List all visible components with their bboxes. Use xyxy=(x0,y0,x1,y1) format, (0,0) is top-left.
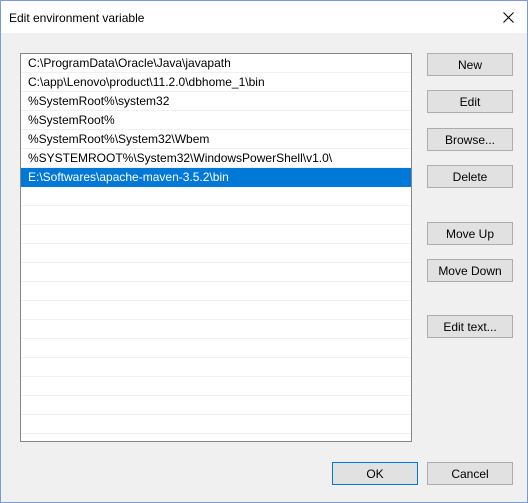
empty-list-row[interactable] xyxy=(21,396,411,415)
list-item[interactable]: %SystemRoot% xyxy=(21,111,411,130)
empty-list-row[interactable] xyxy=(21,320,411,339)
empty-list-row[interactable] xyxy=(21,339,411,358)
list-item[interactable]: %SYSTEMROOT%\System32\WindowsPowerShell\… xyxy=(21,149,411,168)
list-item[interactable]: C:\ProgramData\Oracle\Java\javapath xyxy=(21,54,411,73)
empty-list-row[interactable] xyxy=(21,263,411,282)
edit-button[interactable]: Edit xyxy=(427,90,513,113)
list-item[interactable]: C:\app\Lenovo\product\11.2.0\dbhome_1\bi… xyxy=(21,73,411,92)
edit-text-button[interactable]: Edit text... xyxy=(427,315,513,338)
empty-list-row[interactable] xyxy=(21,358,411,377)
new-button[interactable]: New xyxy=(427,53,513,76)
empty-list-row[interactable] xyxy=(21,225,411,244)
path-entries-list[interactable]: C:\ProgramData\Oracle\Java\javapath C:\ap… xyxy=(20,53,412,442)
close-icon xyxy=(502,11,514,23)
cancel-button[interactable]: Cancel xyxy=(427,462,513,485)
close-button[interactable] xyxy=(489,1,527,33)
window-title: Edit environment variable xyxy=(9,11,145,25)
edit-environment-variable-dialog: Edit environment variable C:\ProgramData… xyxy=(0,0,528,503)
empty-list-row[interactable] xyxy=(21,415,411,434)
move-down-button[interactable]: Move Down xyxy=(427,259,513,282)
list-item[interactable]: %SystemRoot%\System32\Wbem xyxy=(21,130,411,149)
title-bar: Edit environment variable xyxy=(1,1,527,33)
empty-list-row[interactable] xyxy=(21,187,411,206)
delete-button[interactable]: Delete xyxy=(427,165,513,188)
list-item[interactable]: E:\Softwares\apache-maven-3.5.2\bin xyxy=(21,168,411,187)
empty-list-row[interactable] xyxy=(21,301,411,320)
empty-list-row[interactable] xyxy=(21,282,411,301)
browse-button[interactable]: Browse... xyxy=(427,128,513,151)
empty-list-row[interactable] xyxy=(21,206,411,225)
ok-button[interactable]: OK xyxy=(332,462,418,485)
empty-list-row[interactable] xyxy=(21,244,411,263)
list-item[interactable]: %SystemRoot%\system32 xyxy=(21,92,411,111)
empty-list-row[interactable] xyxy=(21,377,411,396)
move-up-button[interactable]: Move Up xyxy=(427,222,513,245)
